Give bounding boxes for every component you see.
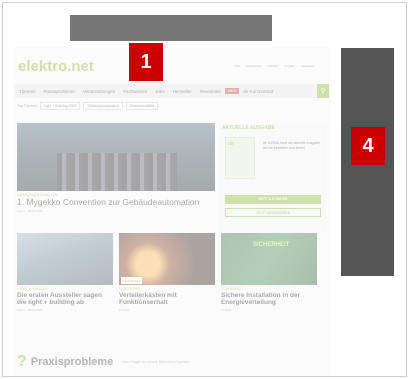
- issue-cover[interactable]: de: [225, 137, 255, 179]
- cover-tag: de: [228, 141, 234, 147]
- website-preview: elektro.net Abo Mediadaten Karriere Kont…: [13, 47, 331, 376]
- utility-links: Abo Mediadaten Karriere Kontakt Newslett…: [235, 64, 315, 68]
- card-title[interactable]: Verteilerkästen mit Funktionserhalt: [119, 292, 215, 306]
- nav-item[interactable]: Veranstaltungen: [79, 89, 120, 94]
- issue-text: de 6/2026 Jetzt die aktuelle Ausgabe der…: [263, 141, 321, 150]
- subscribe-button[interactable]: JETZT ABONNIEREN: [225, 208, 321, 217]
- search-icon[interactable]: ⚲: [317, 84, 329, 98]
- card-kicker: LIGHT + BUILDING: [17, 287, 48, 291]
- util-link[interactable]: Mediadaten: [246, 64, 262, 68]
- card-kicker: SCHNEIDER: [221, 287, 242, 291]
- card-title[interactable]: Die ersten Aussteller sagen die light + …: [17, 292, 113, 306]
- screenshot-frame: elektro.net Abo Mediadaten Karriere Kont…: [2, 2, 407, 377]
- current-issue-heading: AKTUELLE AUSGABE: [222, 125, 275, 131]
- hero-caption[interactable]: GEBÄUDEAUTOMATION 1. Mygekko Convention …: [17, 193, 215, 213]
- current-issue-box: AKTUELLE AUSGABE de de 6/2026 Jetzt die …: [219, 123, 327, 233]
- hero-meta: Event · 16.03.2026: [17, 209, 43, 213]
- card-kicker: SPELSBERG: [119, 287, 141, 291]
- topics-label: Top-Themen: [17, 104, 37, 108]
- card-image[interactable]: [17, 233, 113, 285]
- topics-bar: Top-Themen Light + Building 2026 Gebäude…: [17, 102, 159, 110]
- redacted-address-bar: [70, 15, 272, 41]
- nav-item[interactable]: Fachwissen: [119, 89, 151, 94]
- nav-item[interactable]: Jobs: [151, 89, 169, 94]
- question-icon: ?: [17, 353, 27, 370]
- hero-crowd-image: [57, 153, 177, 191]
- logo-text: elektro.net: [18, 58, 94, 75]
- nav-item[interactable]: Hersteller: [169, 89, 196, 94]
- card-meta: Produkt: [119, 308, 130, 312]
- hero-image[interactable]: [17, 123, 215, 191]
- praxis-section-header[interactable]: ? Praxisprobleme Ihre Fragen an unsere B…: [17, 353, 189, 371]
- nav-item[interactable]: Themen: [15, 89, 40, 94]
- card-image[interactable]: [221, 233, 317, 285]
- card-meta: Event · 16.03.2026: [17, 308, 43, 312]
- util-link[interactable]: Abo: [235, 64, 240, 68]
- site-logo[interactable]: elektro.net: [18, 58, 94, 75]
- article-card[interactable]: SPELSBERG Verteilerkästen mit Funktionse…: [119, 233, 215, 312]
- nav-item[interactable]: Praxisprobleme: [40, 89, 79, 94]
- hero-title[interactable]: 1. Mygekko Convention zur Gebäudeautomat…: [17, 198, 215, 207]
- article-card[interactable]: LIGHT + BUILDING Die ersten Aussteller s…: [17, 233, 113, 312]
- card-meta: Produkt: [221, 308, 232, 312]
- spelsberg-logo: spelsberg: [121, 277, 143, 284]
- order-issue-button[interactable]: HEFT & E-PAPER: [225, 195, 321, 204]
- new-badge: NEW: [225, 88, 240, 94]
- praxis-title[interactable]: Praxisprobleme: [31, 356, 114, 368]
- marker-badge-4: 4: [351, 127, 385, 165]
- website-content: elektro.net Abo Mediadaten Karriere Kont…: [13, 47, 331, 376]
- card-brand-text: SICHERHEIT: [253, 242, 290, 248]
- praxis-subtitle: Ihre Fragen an unsere Branchen-Experten: [123, 360, 190, 364]
- util-link[interactable]: Kontakt: [285, 64, 295, 68]
- topic-chip[interactable]: Gebäudeautomation: [83, 102, 124, 110]
- util-link[interactable]: Karriere: [268, 64, 279, 68]
- topic-chip[interactable]: Light + Building 2026: [39, 102, 81, 110]
- marker-badge-1: 1: [129, 43, 163, 81]
- nav-item[interactable]: Newsletter: [196, 89, 225, 94]
- util-link[interactable]: Newsletter: [301, 64, 315, 68]
- card-title[interactable]: Sichere Installation in der Energieverte…: [221, 292, 317, 306]
- nav-item[interactable]: de-Kurzportrait: [239, 89, 277, 94]
- main-nav: Themen Praxisprobleme Veranstaltungen Fa…: [15, 84, 329, 98]
- topic-chip[interactable]: Elektromobilität: [126, 102, 159, 110]
